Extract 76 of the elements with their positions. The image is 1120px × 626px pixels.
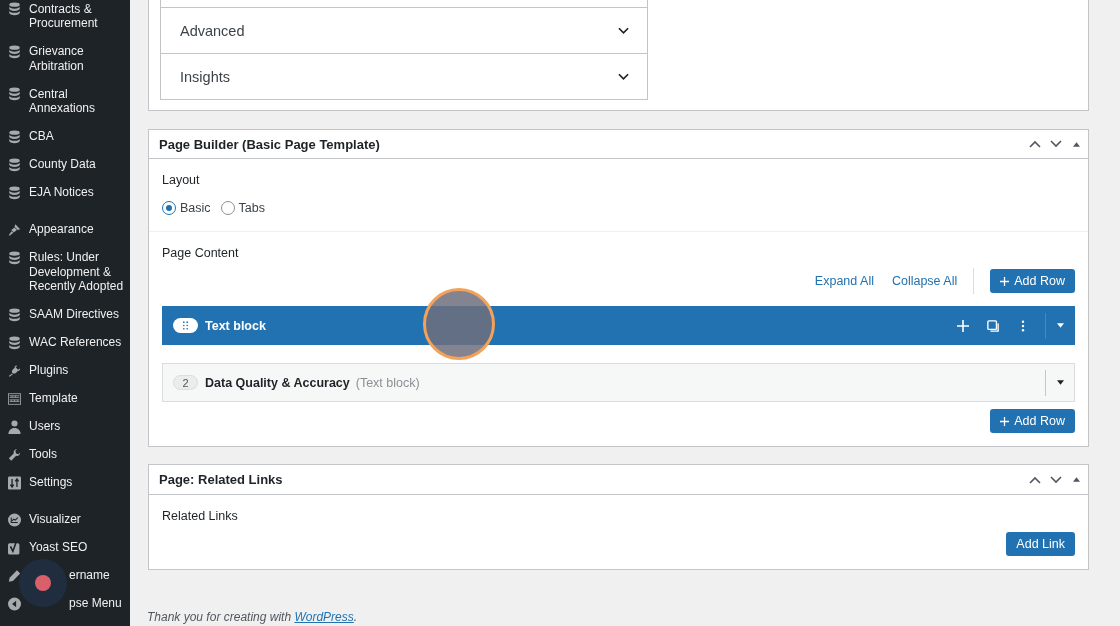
- collapse-toggle-icon[interactable]: [1073, 477, 1080, 482]
- menu-item[interactable]: Rules: Under Development & Recently Adopted: [29, 250, 130, 294]
- duplicate-icon[interactable]: [987, 319, 999, 332]
- menu-item[interactable]: Grievance Arbitration: [29, 44, 130, 74]
- field-label: Related Links: [162, 509, 239, 523]
- drag-handle-icon[interactable]: [173, 318, 198, 333]
- record-button[interactable]: [19, 559, 67, 607]
- plus-icon: [1000, 276, 1010, 286]
- menu-item[interactable]: WAC References: [29, 335, 122, 350]
- database-icon: [8, 129, 21, 144]
- yoast-icon: [8, 540, 21, 555]
- menu-item[interactable]: Tools: [29, 447, 57, 462]
- panel-title: Page: Related Links: [159, 472, 283, 487]
- menu-item[interactable]: Appearance: [29, 222, 94, 237]
- database-icon: [8, 44, 21, 59]
- database-icon: [8, 307, 21, 322]
- menu-item[interactable]: CBA: [29, 129, 54, 144]
- footer-text: Thank you for creating with WordPress.: [147, 611, 359, 624]
- user-icon: [8, 419, 21, 434]
- database-icon: [8, 157, 21, 172]
- menu-item[interactable]: Yoast SEO: [29, 540, 88, 555]
- collapse-toggle-icon[interactable]: [1073, 141, 1080, 147]
- move-up-icon[interactable]: [1029, 140, 1041, 148]
- menu-item[interactable]: Users: [29, 419, 61, 434]
- add-row-button[interactable]: Add Row: [990, 409, 1075, 433]
- chevron-icon: [618, 26, 629, 35]
- move-up-icon[interactable]: [1029, 475, 1041, 484]
- menu-item[interactable]: County Data: [29, 157, 96, 172]
- row-title: Text block: [205, 318, 266, 333]
- layout-option[interactable]: Basic: [162, 200, 211, 216]
- brush-icon: [8, 222, 21, 237]
- move-down-icon[interactable]: [1050, 140, 1062, 148]
- collapse-icon[interactable]: [8, 596, 21, 611]
- accordion-item[interactable]: Insights: [161, 54, 647, 99]
- row-number: 2: [173, 375, 198, 390]
- menu-item[interactable]: ername: [69, 568, 110, 583]
- wordpress-link[interactable]: WordPress: [294, 610, 354, 624]
- pencil-icon: [8, 568, 21, 583]
- database-icon: [8, 2, 21, 17]
- wrench-icon: [8, 447, 21, 462]
- row-type: (Text block): [355, 375, 420, 390]
- database-icon: [8, 335, 21, 350]
- sliders-icon: [8, 475, 21, 490]
- database-icon: [8, 87, 21, 102]
- grid-icon: [8, 391, 21, 406]
- database-icon: [8, 185, 21, 200]
- menu-item[interactable]: Plugins: [29, 363, 69, 378]
- move-down-icon[interactable]: [1050, 475, 1062, 484]
- caret-icon[interactable]: [1057, 380, 1064, 385]
- menu-item[interactable]: SAAM Directives: [29, 307, 120, 322]
- accordion-item[interactable]: Advanced: [161, 8, 647, 54]
- panel-title: Page Builder (Basic Page Template): [159, 136, 380, 152]
- add-row-button[interactable]: Add Row: [990, 269, 1075, 293]
- content-row[interactable]: 2 Data Quality & Accuracy (Text block): [162, 363, 1075, 402]
- menu-item[interactable]: Template: [29, 391, 78, 406]
- more-icon[interactable]: [1021, 319, 1025, 332]
- row-title: Data Quality & Accuracy: [205, 375, 350, 390]
- field-label: Page Content: [162, 246, 240, 260]
- chart-icon: [8, 512, 21, 527]
- collapse-all-link[interactable]: Collapse All: [891, 274, 958, 288]
- menu-item[interactable]: Contracts & Procurement: [29, 1, 130, 31]
- add-icon[interactable]: [957, 319, 969, 332]
- menu-item[interactable]: Central Annexations: [29, 86, 130, 116]
- add-link-button[interactable]: Add Link: [1006, 532, 1075, 556]
- plug-icon: [8, 363, 21, 378]
- content-row[interactable]: Text block: [162, 306, 1075, 345]
- database-icon: [8, 250, 21, 265]
- menu-item[interactable]: EJA Notices: [29, 185, 94, 200]
- chevron-icon: [618, 72, 629, 81]
- expand-all-link[interactable]: Expand All: [814, 274, 874, 288]
- menu-item[interactable]: Settings: [29, 475, 73, 490]
- layout-option[interactable]: Tabs: [220, 200, 265, 216]
- plus-icon: [1000, 416, 1010, 426]
- field-label: Layout: [162, 173, 201, 187]
- menu-item[interactable]: pse Menu: [69, 596, 122, 611]
- menu-item[interactable]: Visualizer: [29, 512, 81, 527]
